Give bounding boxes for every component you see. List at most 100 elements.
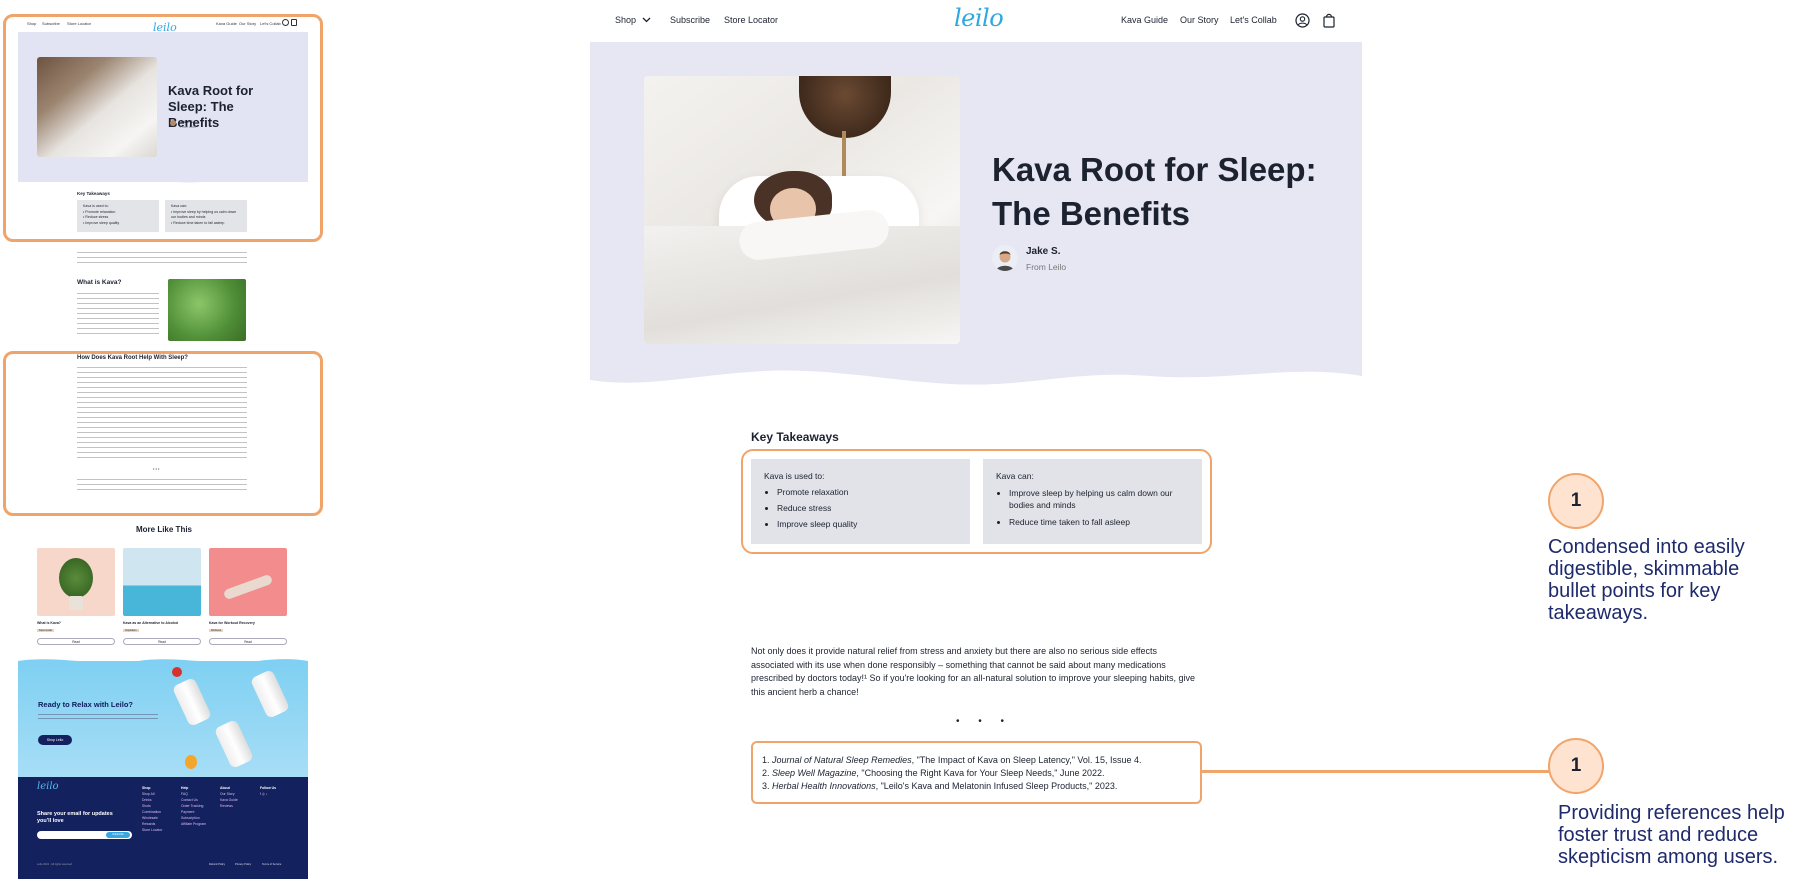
- thumb-footer-link[interactable]: Affiliate Program: [181, 822, 206, 826]
- thumb-footer-link[interactable]: Rewards: [142, 822, 155, 826]
- author-source: From Leilo: [1026, 262, 1067, 272]
- thumb-cta-title: Ready to Relax with Leilo?: [38, 700, 134, 709]
- social-icons[interactable]: f ◎ ♪: [260, 792, 267, 796]
- reference-source[interactable]: Journal of Natural Sleep Remedies: [772, 755, 912, 765]
- thumb-footer-col-help: Help FAQ Contact Us Order Tracking Payme…: [181, 785, 206, 827]
- body-paragraph: Not only does it provide natural relief …: [751, 646, 1195, 697]
- thumb-card-tag: Kava Guide: [37, 629, 55, 632]
- reference-source[interactable]: Sleep Well Magazine: [772, 768, 856, 778]
- list-item: Reduce time taken to fall asleep: [1009, 516, 1189, 529]
- nav-shop-label: Shop: [615, 15, 637, 25]
- reference-number: 1.: [762, 755, 770, 765]
- page-thumbnail: Shop Subscribe Store Locator leilo Kava …: [0, 0, 328, 879]
- account-icon[interactable]: [1295, 13, 1310, 28]
- thumb-card-image-workout[interactable]: [209, 548, 287, 616]
- hero-wave: [590, 362, 1362, 392]
- leilo-logo[interactable]: leilo: [954, 4, 1004, 32]
- thumb-what-is-kava: What is Kava?: [77, 279, 122, 286]
- annotation-badge: 1: [1548, 473, 1604, 529]
- thumb-what-is-kava-text: [77, 293, 159, 338]
- takeaway-can-list: Improve sleep by helping us calm down ou…: [996, 487, 1189, 529]
- thumb-read-button[interactable]: Read: [37, 638, 115, 645]
- thumb-footer-link[interactable]: Shop All: [142, 792, 154, 796]
- takeaway-can-title: Kava can:: [996, 471, 1034, 481]
- hero-image-woman-sleeping: [644, 76, 960, 344]
- pot-shape: [69, 596, 83, 610]
- reference-item: 2. Sleep Well Magazine, "Choosing the Ri…: [762, 768, 1104, 778]
- takeaway-used-list: Promote relaxation Reduce stress Improve…: [764, 484, 957, 532]
- reference-item: 1. Journal of Natural Sleep Remedies, "T…: [762, 755, 1141, 765]
- nav-shop[interactable]: Shop: [615, 15, 651, 25]
- thumb-footer-link[interactable]: Kava Guide: [220, 798, 238, 802]
- list-item: Improve sleep by helping us calm down ou…: [1009, 487, 1189, 512]
- thumb-card-title[interactable]: What is Kava?: [37, 621, 61, 625]
- thumb-card-title[interactable]: Kava as an Alternative to Alcohol: [123, 621, 178, 625]
- thumb-cta-wave: [18, 659, 308, 669]
- nav-our-story[interactable]: Our Story: [1180, 15, 1219, 25]
- thumb-footer-link[interactable]: Shots: [142, 804, 151, 808]
- thumb-card-title[interactable]: Kava for Workout Recovery: [209, 621, 255, 625]
- thumb-mango: [185, 755, 197, 769]
- reference-source[interactable]: Herbal Health Innovations: [772, 781, 876, 791]
- reference-detail: , "The Impact of Kava on Sleep Latency,"…: [911, 755, 1142, 765]
- nav-lets-collab[interactable]: Let's Collab: [1230, 15, 1277, 25]
- annotation-badge: 1: [1548, 738, 1604, 794]
- page-title: Kava Root for Sleep: The Benefits: [992, 148, 1317, 236]
- thumb-subscribe-button[interactable]: Subscribe: [106, 832, 130, 838]
- list-item: Reduce stress: [777, 500, 957, 516]
- thumb-footer-link[interactable]: Wholesale: [142, 816, 158, 820]
- thumb-footer-link[interactable]: Reviews: [220, 804, 233, 808]
- annotation-note: Condensed into easily digestible, skimma…: [1548, 536, 1745, 624]
- annotation-note: Providing references help foster trust a…: [1558, 802, 1785, 868]
- avatar: [992, 245, 1018, 271]
- thumb-cta-text: [38, 714, 158, 722]
- thumb-footer-link[interactable]: Contact Us: [181, 798, 198, 802]
- thumb-footer-link[interactable]: FAQ: [181, 792, 188, 796]
- thumb-highlight-top: [3, 14, 323, 242]
- chevron-down-icon: [642, 17, 651, 23]
- thumb-footer-link[interactable]: Subscription: [181, 816, 200, 820]
- thumb-footer-link[interactable]: Store Locator: [142, 828, 162, 832]
- thumb-footer-col-about: About Our Story Kava Guide Reviews: [220, 785, 238, 809]
- thumb-footer-link[interactable]: Order Tracking: [181, 804, 203, 808]
- thumb-footer-link[interactable]: Our Story: [220, 792, 235, 796]
- top-nav: Shop Subscribe Store Locator leilo Kava …: [590, 0, 1362, 42]
- thumb-footer-legal-link[interactable]: Terms of Service: [262, 863, 281, 866]
- nav-subscribe[interactable]: Subscribe: [670, 15, 710, 25]
- annotation-connector-line: [1201, 770, 1551, 773]
- thumb-footer-col-follow: Follow Us f ◎ ♪: [260, 785, 276, 797]
- shopping-bag-icon[interactable]: [1323, 13, 1335, 28]
- thumb-footer-logo[interactable]: leilo: [37, 781, 59, 792]
- thumb-footer-legal-link[interactable]: Refund Policy: [209, 863, 225, 866]
- reference-detail: , "Choosing the Right Kava for Your Slee…: [856, 768, 1105, 778]
- thumb-card-tag: Wellness: [209, 629, 224, 632]
- section-separator: • • •: [956, 716, 1013, 727]
- thumb-more-like-this: More Like This: [135, 525, 192, 534]
- reference-number: 2.: [762, 768, 770, 778]
- thumb-card-image-drinks[interactable]: [123, 548, 201, 616]
- thumb-intro-text: [77, 252, 247, 267]
- thumb-shop-leilo-button[interactable]: Shop Leilo: [38, 735, 72, 745]
- reference-item: 3. Herbal Health Innovations, "Leilo's K…: [762, 781, 1117, 791]
- thumb-footer-link[interactable]: Combination: [142, 810, 161, 814]
- thumb-leaf-image: [168, 279, 246, 341]
- takeaway-box-can: Kava can: Improve sleep by helping us ca…: [983, 459, 1202, 544]
- thumb-flower: [172, 667, 182, 677]
- thumb-footer-link[interactable]: Payment: [181, 810, 194, 814]
- thumb-footer-col-title: About: [220, 786, 230, 790]
- list-item: Promote relaxation: [777, 484, 957, 500]
- key-takeaways-title: Key Takeaways: [751, 430, 839, 444]
- nav-store-locator[interactable]: Store Locator: [724, 15, 778, 25]
- author-avatar-icon: [992, 245, 1018, 271]
- author-name: Jake S.: [1026, 246, 1061, 257]
- leg-shape: [222, 573, 274, 601]
- thumb-read-button[interactable]: Read: [123, 638, 201, 645]
- takeaway-box-used: Kava is used to: Promote relaxation Redu…: [751, 459, 970, 544]
- thumb-read-button[interactable]: Read: [209, 638, 287, 645]
- thumb-footer-link[interactable]: Drinks: [142, 798, 152, 802]
- nav-kava-guide[interactable]: Kava Guide: [1121, 15, 1168, 25]
- thumb-footer-col-title: Follow Us: [260, 786, 277, 790]
- thumb-footer-col-title: Help: [181, 786, 189, 790]
- thumb-card-image-plant[interactable]: [37, 548, 115, 616]
- thumb-footer-legal-link[interactable]: Privacy Policy: [235, 863, 251, 866]
